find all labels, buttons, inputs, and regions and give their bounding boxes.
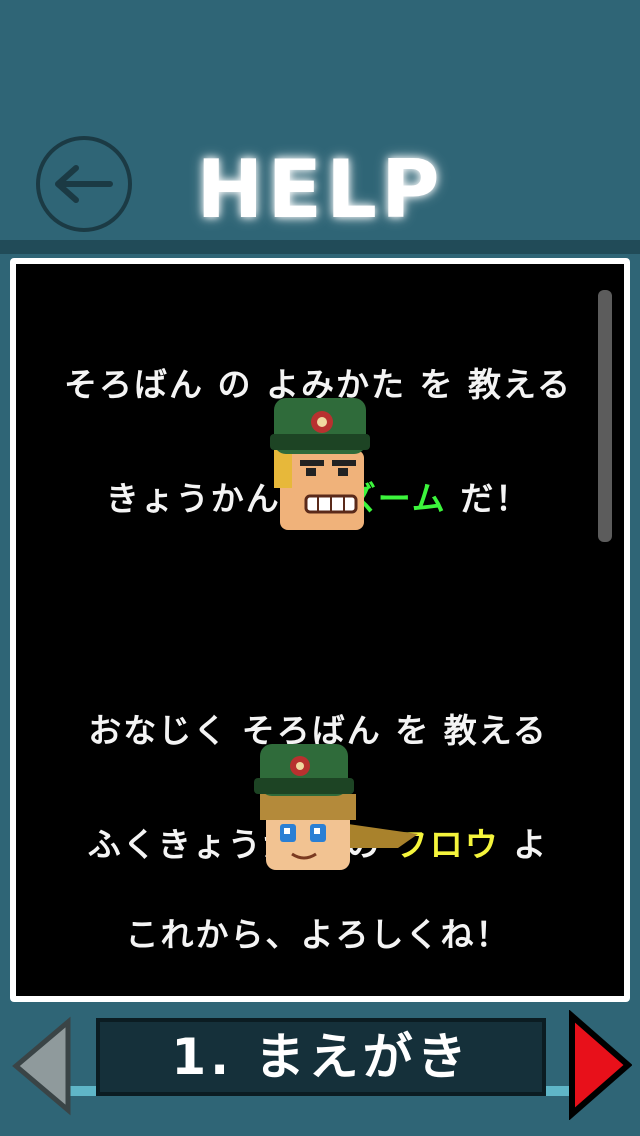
chapter-label: 1. まえがき: [171, 1028, 471, 1086]
header-bar: HELP: [0, 0, 640, 244]
previous-chapter-button[interactable]: [12, 1016, 72, 1116]
arrow-left-icon: [12, 1016, 71, 1116]
zoom-portrait: [270, 398, 370, 530]
flow-portrait: [254, 744, 418, 870]
page-title: HELP: [196, 143, 444, 236]
help-content-panel[interactable]: そろばん の よみかた を 教える きょうかん の ズーム だ！ おなじく そろ…: [10, 258, 630, 1002]
chapter-banner: 1. まえがき: [96, 1018, 546, 1096]
arrow-right-icon: [569, 1010, 632, 1120]
closing-text: これから、よろしくね！: [125, 915, 511, 954]
next-chapter-button[interactable]: [566, 1010, 632, 1120]
header-divider: [0, 240, 640, 254]
